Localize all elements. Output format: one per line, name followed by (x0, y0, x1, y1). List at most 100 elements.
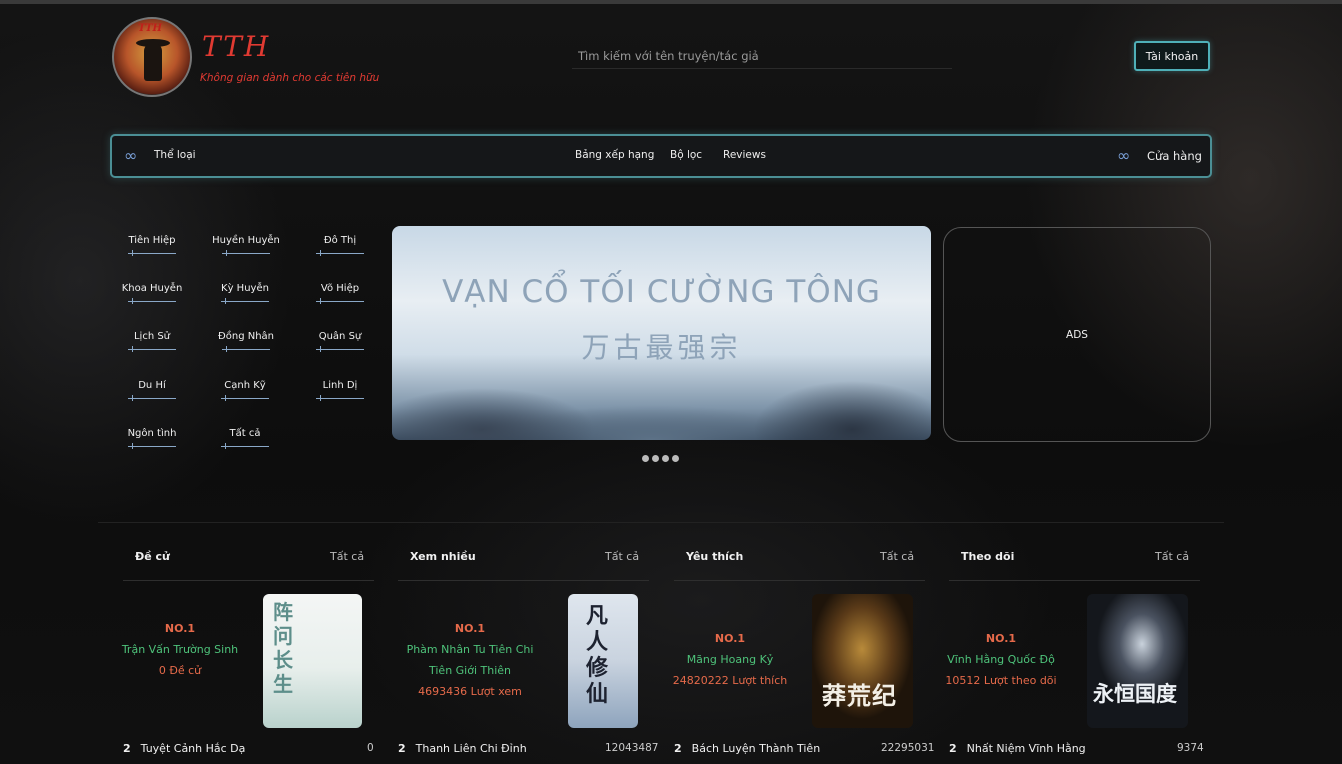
infinity-icon: ∞ (1117, 146, 1131, 165)
search-input[interactable] (572, 44, 964, 68)
col-favorite-title: Yêu thích (686, 550, 744, 563)
genre-label: Quân Sự (318, 331, 362, 342)
sword-icon (221, 298, 269, 304)
banner-subtitle: 万古最强宗 (581, 331, 742, 364)
sword-icon (128, 250, 176, 256)
top1-stat: 24820222 Lượt thích (672, 674, 788, 687)
genre-label: Võ Hiệp (320, 283, 360, 294)
ads-box[interactable]: ADS (943, 227, 1211, 442)
genre-linh-di[interactable]: Linh Dị (310, 380, 370, 401)
col-recommend-all[interactable]: Tất cả (330, 550, 364, 563)
cover-title: 凡人修仙 (586, 604, 609, 707)
sword-icon (128, 298, 176, 304)
carousel-dot[interactable] (642, 455, 649, 462)
rank-row[interactable]: 2 Bách Luyện Thành Tiên (674, 742, 820, 755)
genre-huyen-huyen[interactable]: Huyền Huyễn (210, 235, 282, 256)
genre-khoa-huyen[interactable]: Khoa Huyễn (118, 283, 186, 304)
rank-count: 22295031 (881, 742, 935, 754)
sword-icon (316, 346, 364, 352)
nav-reviews[interactable]: Reviews (723, 149, 766, 161)
rank-count: 12043487 (605, 742, 659, 754)
ads-label: ADS (1066, 328, 1088, 341)
genre-label: Du Hí (138, 380, 166, 391)
site-logo[interactable]: TTH (112, 17, 192, 97)
sword-icon (128, 346, 176, 352)
carousel-dots (642, 455, 679, 462)
genre-ngon-tinh[interactable]: Ngôn tình (122, 428, 182, 449)
genre-tien-hiep[interactable]: Tiên Hiệp (122, 235, 182, 256)
brand-name[interactable]: TTH (202, 30, 270, 63)
col-views-title: Xem nhiều (410, 550, 476, 563)
nav-shop[interactable]: Cửa hàng (1147, 149, 1202, 163)
col-divider (949, 580, 1200, 581)
col-follow-title: Theo dõi (961, 550, 1015, 563)
genre-dong-nhan[interactable]: Đồng Nhân (213, 331, 279, 352)
rank-no: NO.1 (714, 632, 746, 645)
top1-name: Trận Vấn Trường Sinh (121, 643, 239, 656)
rank-number: 2 (123, 742, 131, 755)
featured-banner[interactable]: VẠN CỔ TỐI CƯỜNG TÔNG 万古最强宗 (392, 226, 931, 440)
col-favorite-all[interactable]: Tất cả (880, 550, 914, 563)
cover-title: 永恒国度 (1093, 682, 1177, 706)
rank-number: 2 (674, 742, 682, 755)
genre-label: Huyền Huyễn (212, 235, 280, 246)
top-border (0, 0, 1342, 4)
brand-tagline: Không gian dành cho các tiên hữu (200, 72, 380, 84)
nav-filter[interactable]: Bộ lọc (670, 149, 702, 161)
genre-label: Đồng Nhân (217, 331, 274, 342)
carousel-dot[interactable] (652, 455, 659, 462)
col-views-top1[interactable]: NO.1 Phàm Nhân Tu Tiên Chi Tiên Giới Thi… (402, 618, 538, 702)
sword-icon (221, 395, 269, 401)
col-divider (674, 580, 925, 581)
rank-name: Bách Luyện Thành Tiên (691, 742, 821, 755)
cover-image[interactable]: 阵问长生 (263, 594, 362, 728)
sword-icon (222, 250, 270, 256)
genre-du-hi[interactable]: Du Hí (122, 380, 182, 401)
sword-icon (222, 346, 270, 352)
rank-no: NO.1 (985, 632, 1017, 645)
cover-title: 阵问长生 (273, 600, 293, 696)
rank-row[interactable]: 2 Tuyệt Cảnh Hắc Dạ (123, 742, 245, 755)
cover-image[interactable]: 凡人修仙 (568, 594, 638, 728)
col-favorite-top1[interactable]: NO.1 Mãng Hoang Kỷ 24820222 Lượt thích (670, 628, 790, 691)
col-divider (398, 580, 649, 581)
col-views-all[interactable]: Tất cả (605, 550, 639, 563)
col-divider (123, 580, 374, 581)
logo-text: TTH (138, 23, 162, 34)
col-follow-top1[interactable]: NO.1 Vĩnh Hằng Quốc Độ 10512 Lượt theo d… (941, 628, 1061, 691)
main-navbar: ∞ Thể loại Bảng xếp hạng Bộ lọc Reviews … (110, 134, 1212, 178)
rank-name: Tuyệt Cảnh Hắc Dạ (140, 742, 246, 755)
genre-do-thi[interactable]: Đô Thị (310, 235, 370, 256)
genre-quan-su[interactable]: Quân Sự (310, 331, 370, 352)
cover-image[interactable]: 莽荒纪 (812, 594, 913, 728)
col-recommend-top1[interactable]: NO.1 Trận Vấn Trường Sinh 0 Đề cử (120, 618, 240, 681)
genre-canh-ky[interactable]: Cạnh Kỹ (215, 380, 275, 401)
rank-row[interactable]: 2 Thanh Liên Chi Đỉnh (398, 742, 527, 755)
genre-lich-su[interactable]: Lịch Sử (122, 331, 182, 352)
banner-title: VẠN CỔ TỐI CƯỜNG TÔNG (442, 274, 881, 310)
account-button[interactable]: Tài khoản (1134, 41, 1210, 71)
carousel-dot[interactable] (672, 455, 679, 462)
genre-label: Linh Dị (322, 380, 358, 391)
rank-count: 0 (367, 742, 374, 754)
nav-ranking[interactable]: Bảng xếp hạng (575, 149, 654, 161)
carousel-dot[interactable] (662, 455, 669, 462)
genre-tat-ca[interactable]: Tất cả (215, 428, 275, 449)
sword-icon (316, 298, 364, 304)
search-bar[interactable] (572, 44, 964, 69)
rank-row[interactable]: 2 Nhất Niệm Vĩnh Hằng (949, 742, 1086, 755)
rank-number: 2 (398, 742, 406, 755)
rank-no: NO.1 (454, 622, 486, 635)
sword-icon (128, 443, 176, 449)
genre-label: Khoa Huyễn (121, 283, 183, 294)
section-divider (98, 522, 1224, 523)
genre-vo-hiep[interactable]: Võ Hiệp (310, 283, 370, 304)
top1-name: Mãng Hoang Kỷ (686, 653, 774, 666)
cover-image[interactable]: 永恒国度 (1087, 594, 1188, 728)
col-follow-all[interactable]: Tất cả (1155, 550, 1189, 563)
rank-count: 9374 (1177, 742, 1204, 754)
rank-number: 2 (949, 742, 957, 755)
nav-genres[interactable]: Thể loại (154, 149, 196, 161)
genre-ky-huyen[interactable]: Kỳ Huyễn (215, 283, 275, 304)
top1-stat: 10512 Lượt theo dõi (945, 674, 1057, 687)
